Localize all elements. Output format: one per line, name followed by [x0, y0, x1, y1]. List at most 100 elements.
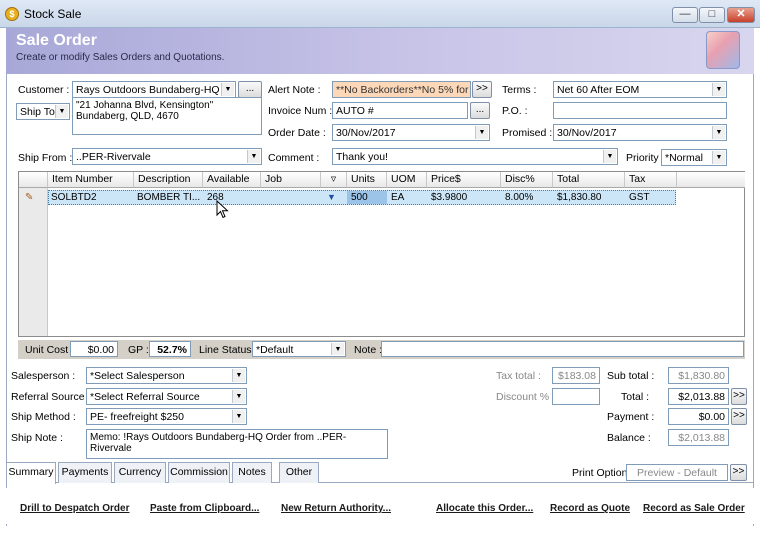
ship-to-label: Ship To — [20, 106, 55, 118]
gp-label: GP : — [128, 344, 149, 356]
order-lines-grid[interactable]: Item Number Description Available Job ▿ … — [18, 171, 745, 337]
column-header-price[interactable]: Price$ — [427, 172, 501, 188]
referral-source-value: *Select Referral Source — [90, 391, 200, 403]
column-header-filter[interactable]: ▿ — [321, 172, 347, 188]
ship-method-label: Ship Method : — [11, 411, 76, 423]
drill-to-despatch-link[interactable]: Drill to Despatch Order — [20, 503, 129, 514]
column-header-total[interactable]: Total — [553, 172, 625, 188]
customer-label: Customer : — [18, 84, 70, 96]
page-subtitle: Create or modify Sales Orders and Quotat… — [16, 52, 225, 63]
cell-description[interactable]: BOMBER TI... — [137, 192, 200, 203]
tab-summary[interactable]: Summary — [6, 462, 56, 484]
column-header-description[interactable]: Description — [134, 172, 203, 188]
priority-select[interactable]: *Normal ▼ — [661, 149, 727, 166]
unit-cost-label: Unit Cost : — [25, 344, 75, 356]
unit-cost-field[interactable]: $0.00 — [70, 341, 118, 357]
chevron-down-icon: ▼ — [475, 126, 488, 139]
cell-uom[interactable]: EA — [391, 192, 404, 203]
ship-method-select[interactable]: PE- freefreight $250 ▼ — [86, 408, 247, 425]
dollar-coin-icon: $ — [5, 7, 19, 21]
tax-total-label: Tax total : — [496, 370, 541, 382]
salesperson-value: *Select Salesperson — [90, 370, 185, 382]
gp-field[interactable]: 52.7% — [149, 341, 191, 357]
close-button[interactable]: ✕ — [727, 7, 755, 23]
tab-notes[interactable]: Notes — [232, 462, 272, 483]
note-field[interactable] — [381, 341, 744, 357]
cell-item-number[interactable]: SOLBTD2 — [51, 192, 97, 203]
ship-note-label: Ship Note : — [11, 432, 63, 444]
column-header-blank — [677, 172, 745, 188]
tax-total-field: $183.08 — [552, 367, 600, 384]
chevron-down-icon: ▼ — [712, 151, 725, 164]
record-as-quote-link[interactable]: Record as Quote — [550, 503, 630, 514]
terms-select[interactable]: Net 60 After EOM ▼ — [553, 81, 727, 98]
column-header-job[interactable]: Job — [261, 172, 321, 188]
ship-from-select[interactable]: ..PER-Rivervale ▼ — [72, 148, 262, 165]
promised-date-picker[interactable]: 30/Nov/2017 ▼ — [553, 124, 727, 141]
subtotal-field: $1,830.80 — [668, 367, 729, 384]
maximize-button[interactable]: □ — [699, 7, 725, 23]
payment-expand-button[interactable]: >> — [731, 408, 747, 425]
ship-note-field[interactable]: Memo: !Rays Outdoors Bundaberg-HQ Order … — [86, 429, 388, 459]
column-header-uom[interactable]: UOM — [387, 172, 427, 188]
customer-select[interactable]: Rays Outdoors Bundaberg-HQ ▼ — [72, 81, 236, 98]
po-field[interactable] — [553, 102, 727, 119]
chevron-down-icon: ▼ — [232, 410, 245, 423]
tab-commission[interactable]: Commission — [168, 462, 230, 483]
chevron-down-icon: ▼ — [247, 150, 260, 163]
chevron-down-icon: ▼ — [232, 390, 245, 403]
payment-field: $0.00 — [668, 408, 729, 425]
discount-label: Discount % : — [496, 391, 555, 403]
cell-total[interactable]: $1,830.80 — [557, 192, 602, 203]
line-status-label: Line Status : — [199, 344, 258, 356]
ship-to-address[interactable]: "21 Johanna Blvd, Kensington" Bundaberg,… — [72, 97, 262, 135]
cell-disc[interactable]: 8.00% — [505, 192, 533, 203]
ship-to-select[interactable]: Ship To ▼ — [16, 103, 70, 120]
paste-from-clipboard-link[interactable]: Paste from Clipboard... — [150, 503, 259, 514]
order-date-value: 30/Nov/2017 — [336, 127, 396, 139]
tab-payments[interactable]: Payments — [58, 462, 112, 483]
header-banner: Sale Order Create or modify Sales Orders… — [6, 28, 754, 74]
column-header-item-number[interactable]: Item Number — [48, 172, 134, 188]
line-status-select[interactable]: *Default ▼ — [252, 341, 346, 357]
cell-units[interactable]: 500 — [351, 192, 368, 203]
tab-other[interactable]: Other — [279, 462, 319, 483]
mouse-cursor-icon — [216, 200, 229, 219]
invoice-lookup-button[interactable]: ... — [470, 102, 490, 119]
discount-field[interactable] — [552, 388, 600, 405]
print-option-expand-button[interactable]: >> — [730, 464, 747, 481]
new-return-authority-link[interactable]: New Return Authority... — [281, 503, 391, 514]
alert-note-field[interactable]: **No Backorders**No 5% for JMTY — [332, 81, 471, 98]
column-header-units[interactable]: Units — [347, 172, 387, 188]
allocate-order-link[interactable]: Allocate this Order... — [436, 503, 533, 514]
balance-label: Balance : — [607, 432, 651, 444]
priority-label: Priority : — [626, 152, 665, 164]
balance-field: $2,013.88 — [668, 429, 729, 446]
salesperson-select[interactable]: *Select Salesperson ▼ — [86, 367, 247, 384]
order-date-picker[interactable]: 30/Nov/2017 ▼ — [332, 124, 490, 141]
column-header-disc[interactable]: Disc% — [501, 172, 553, 188]
tab-currency[interactable]: Currency — [114, 462, 166, 483]
cell-price[interactable]: $3.9800 — [431, 192, 467, 203]
minimize-button[interactable]: — — [672, 7, 698, 23]
invoice-num-field[interactable]: AUTO # — [332, 102, 468, 119]
terms-value: Net 60 After EOM — [557, 84, 640, 96]
column-header-tax[interactable]: Tax — [625, 172, 677, 188]
terms-label: Terms : — [502, 84, 537, 96]
record-as-sale-order-link[interactable]: Record as Sale Order — [643, 503, 745, 514]
referral-source-select[interactable]: *Select Referral Source ▼ — [86, 388, 247, 405]
cell-tax[interactable]: GST — [629, 192, 650, 203]
filter-icon: ▿ — [330, 173, 337, 185]
row-filter-chevron-icon: ▼ — [327, 192, 336, 202]
customer-lookup-button[interactable]: ... — [238, 81, 262, 98]
column-header-available[interactable]: Available — [203, 172, 261, 188]
alert-note-expand-button[interactable]: >> — [472, 81, 492, 98]
chevron-down-icon: ▼ — [232, 369, 245, 382]
total-expand-button[interactable]: >> — [731, 388, 747, 405]
print-option-field[interactable]: Preview - Default — [626, 464, 728, 481]
salesperson-label: Salesperson : — [11, 370, 76, 382]
comment-select[interactable]: Thank you! ▼ — [332, 148, 618, 165]
payment-label: Payment : — [607, 411, 655, 423]
grid-corner — [19, 172, 48, 188]
ship-from-value: ..PER-Rivervale — [76, 151, 151, 163]
